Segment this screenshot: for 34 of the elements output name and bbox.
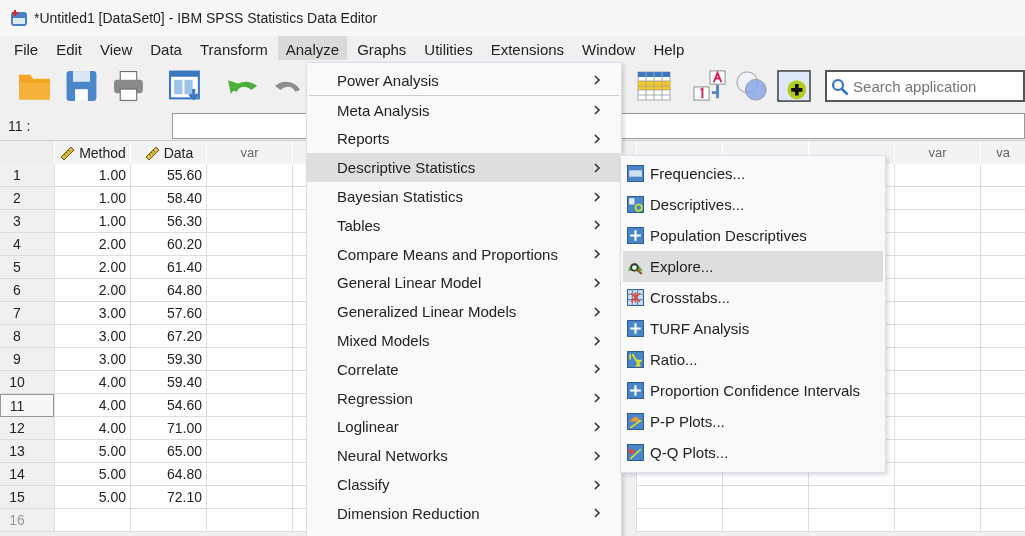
window-title: *Untitled1 [DataSet0] - IBM SPSS Statistics Data Editor xyxy=(34,10,378,26)
table-cell: 1.00 xyxy=(54,164,130,187)
table-cell: 3.00 xyxy=(54,325,130,348)
table-cell: 65.00 xyxy=(130,440,206,463)
table-cell: 71.00 xyxy=(130,417,206,440)
table-cell: 1.00 xyxy=(54,210,130,233)
table-cell: 4.00 xyxy=(54,394,130,417)
variable-name: Method xyxy=(79,144,126,161)
table-cell: 72.10 xyxy=(130,486,206,509)
table-cell: 57.60 xyxy=(130,302,206,325)
table-cell: 67.20 xyxy=(130,325,206,348)
table-cell: 58.40 xyxy=(130,187,206,210)
table-cell: 60.20 xyxy=(130,233,206,256)
cell-reference: 11 : xyxy=(7,118,32,134)
table-cell: 64.80 xyxy=(130,279,206,302)
table-cell: 59.30 xyxy=(130,348,206,371)
table-cell: 5.00 xyxy=(54,486,130,509)
table-cell: 2.00 xyxy=(54,256,130,279)
table-cell: 64.80 xyxy=(130,463,206,486)
table-cell: 54.60 xyxy=(130,394,206,417)
table-cell: 4.00 xyxy=(54,417,130,440)
table-cell: 3.00 xyxy=(54,348,130,371)
table-cell: 55.60 xyxy=(130,164,206,187)
table-cell: 5.00 xyxy=(54,463,130,486)
table-cell: 2.00 xyxy=(54,279,130,302)
table-cell: 3.00 xyxy=(54,302,130,325)
table-cell: 59.40 xyxy=(130,371,206,394)
variable-name: Data xyxy=(163,144,194,161)
table-cell: 1.00 xyxy=(54,187,130,210)
table-cell: 2.00 xyxy=(54,233,130,256)
table-cell: 5.00 xyxy=(54,440,130,463)
table-cell: 56.30 xyxy=(130,210,206,233)
table-cell: 4.00 xyxy=(54,371,130,394)
table-cell: 61.40 xyxy=(130,256,206,279)
